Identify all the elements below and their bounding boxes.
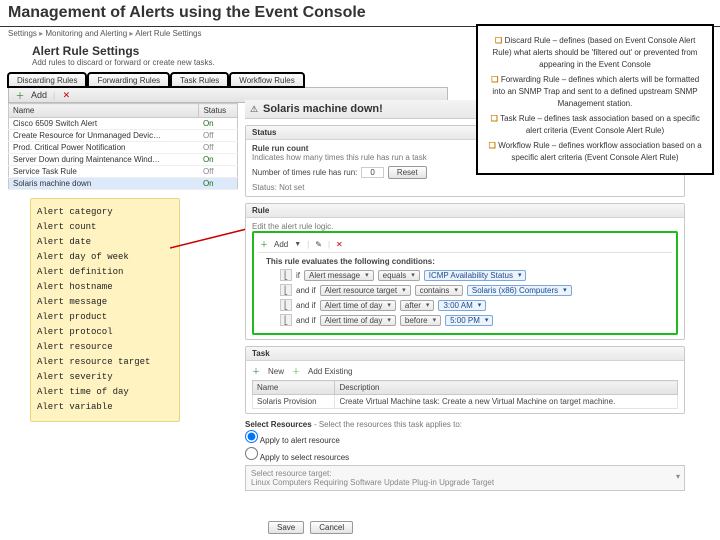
field-dropdown[interactable]: Alert time of day [320, 300, 396, 311]
detail-title: Solaris machine down! [263, 103, 383, 115]
info-callout: ❑Discard Rule – defines (based on Event … [476, 24, 714, 175]
radio-alert-resource[interactable]: Apply to alert resource [245, 429, 685, 446]
rule-edit-icon[interactable]: ✎ [315, 240, 322, 249]
tab-strip: Discarding Rules Forwarding Rules Task R… [8, 73, 448, 87]
status-text: Status: Not set [252, 183, 678, 192]
branch-icon: ⎣ [280, 314, 292, 326]
alert-categories-note: Alert categoryAlert countAlert date Aler… [30, 198, 180, 422]
chevron-down-icon[interactable]: ▾ [676, 472, 680, 481]
branch-icon: ⎣ [280, 299, 292, 311]
tab-workflow[interactable]: Workflow Rules [230, 73, 303, 87]
operator-dropdown[interactable]: equals [378, 270, 420, 281]
add-icon[interactable]: ＋ [15, 90, 25, 100]
table-row[interactable]: Cisco 6509 Switch AlertOn [9, 118, 238, 130]
run-count-value: 0 [361, 167, 383, 178]
add-button[interactable]: Add [31, 90, 47, 100]
condition-row[interactable]: ⎣ and if Alert time of day after 3:00 AM [280, 299, 672, 311]
alert-icon: ⚠ [249, 104, 259, 114]
delete-icon[interactable]: ✕ [61, 90, 71, 100]
run-count-text: Number of times rule has run: [252, 168, 357, 177]
radio-select-resources[interactable]: Apply to select resources [245, 446, 685, 463]
col-name[interactable]: Name [9, 104, 199, 118]
task-block: Task ＋ New ＋ Add Existing Name Descripti… [245, 346, 685, 414]
field-dropdown[interactable]: Alert resource target [320, 285, 411, 296]
table-row[interactable]: Service Task RuleOff [9, 166, 238, 178]
task-block-header: Task [246, 347, 684, 361]
field-dropdown[interactable]: Alert time of day [320, 315, 396, 326]
crumb-0[interactable]: Settings [8, 29, 45, 38]
operator-dropdown[interactable]: after [400, 300, 435, 311]
task-table: Name Description Solaris Provision Creat… [252, 380, 678, 409]
selres-subtitle: - Select the resources this task applies… [314, 420, 462, 429]
selres-title: Select Resources [245, 420, 312, 429]
value-dropdown[interactable]: 5:00 PM [445, 315, 493, 326]
rule-add-icon[interactable]: ＋ [260, 239, 268, 250]
rule-eval-text: This rule evaluates the following condit… [266, 257, 672, 266]
page-subtitle: Add rules to discard or forward or creat… [32, 58, 448, 67]
crumb-1[interactable]: Monitoring and Alerting [45, 29, 135, 38]
rule-builder: ＋ Add ▼ | ✎ | ✕ This rule evaluates the … [252, 231, 678, 335]
value-dropdown[interactable]: ICMP Availability Status [424, 270, 527, 281]
rule-add-button[interactable]: Add [274, 240, 288, 249]
tab-forwarding[interactable]: Forwarding Rules [88, 73, 169, 87]
resource-target-label: Select resource target: [251, 469, 679, 478]
col-status[interactable]: Status [199, 104, 238, 118]
field-dropdown[interactable]: Alert message [304, 270, 374, 281]
table-row[interactable]: Create Resource for Unmanaged Devic…Off [9, 130, 238, 142]
branch-icon: ⎣ [280, 284, 292, 296]
save-button[interactable]: Save [268, 521, 304, 534]
crumb-2[interactable]: Alert Rule Settings [135, 29, 201, 38]
table-row-selected[interactable]: Solaris machine downOn [9, 178, 238, 190]
condition-row[interactable]: ⎣ if Alert message equals ICMP Availabil… [280, 269, 672, 281]
task-row[interactable]: Solaris Provision Create Virtual Machine… [253, 395, 678, 409]
resource-target-box[interactable]: Select resource target: Linux Computers … [245, 465, 685, 491]
rule-delete-icon[interactable]: ✕ [336, 240, 343, 249]
slide-title: Management of Alerts using the Event Con… [0, 0, 720, 26]
reset-button[interactable]: Reset [388, 166, 427, 179]
tab-discarding[interactable]: Discarding Rules [8, 73, 86, 87]
table-row[interactable]: Server Down during Maintenance Wind…On [9, 154, 238, 166]
rules-table: Name Status Cisco 6509 Switch AlertOn Cr… [8, 103, 238, 190]
rule-block: Rule Edit the alert rule logic. ＋ Add ▼ … [245, 203, 685, 340]
rule-block-desc: Edit the alert rule logic. [252, 222, 678, 231]
plus-icon: ＋ [292, 366, 300, 377]
cancel-button[interactable]: Cancel [310, 521, 353, 534]
new-task-button[interactable]: New [268, 367, 284, 376]
condition-row[interactable]: ⎣ and if Alert time of day before 5:00 P… [280, 314, 672, 326]
tab-task[interactable]: Task Rules [171, 73, 228, 87]
branch-icon: ⎣ [280, 269, 292, 281]
value-dropdown[interactable]: 3:00 AM [438, 300, 486, 311]
plus-icon: ＋ [252, 366, 260, 377]
operator-dropdown[interactable]: contains [415, 285, 463, 296]
rule-block-header: Rule [246, 204, 684, 218]
operator-dropdown[interactable]: before [400, 315, 441, 326]
task-col-desc[interactable]: Description [335, 381, 678, 395]
table-row[interactable]: Prod. Critical Power NotificationOff [9, 142, 238, 154]
condition-row[interactable]: ⎣ and if Alert resource target contains … [280, 284, 672, 296]
task-col-name[interactable]: Name [253, 381, 335, 395]
select-resources: Select Resources - Select the resources … [245, 420, 685, 491]
add-existing-button[interactable]: Add Existing [308, 367, 352, 376]
chevron-down-icon[interactable]: ▼ [294, 241, 301, 248]
page-title: Alert Rule Settings [32, 44, 448, 58]
resource-target-value: Linux Computers Requiring Software Updat… [251, 478, 679, 487]
value-dropdown[interactable]: Solaris (x86) Computers [467, 285, 572, 296]
